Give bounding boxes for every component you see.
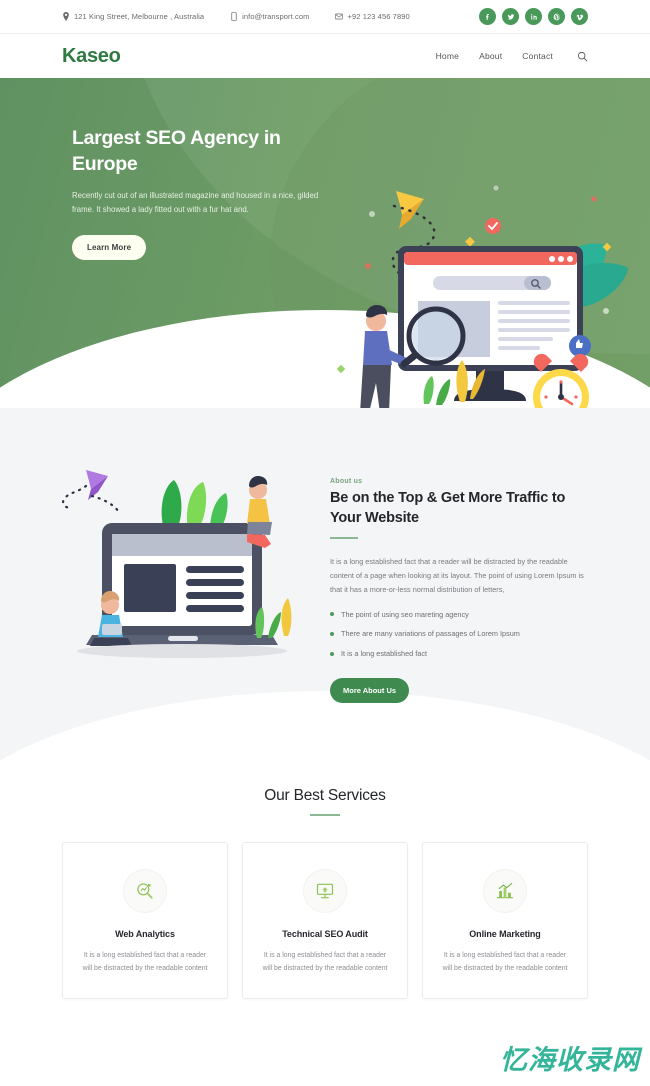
social-links: [479, 8, 588, 25]
laptop-people-illustration: [62, 458, 314, 668]
location-pin-icon: [62, 12, 70, 21]
bullet-dot-icon: [330, 612, 334, 617]
document-icon: [230, 12, 238, 21]
service-cards: Web Analytics It is a long established f…: [0, 816, 650, 999]
bullet-text: There are many variations of passages of…: [341, 629, 520, 639]
list-item: It is a long established fact: [330, 648, 588, 660]
hero-paragraph: Recently cut out of an illustrated magaz…: [72, 191, 319, 215]
facebook-icon[interactable]: [479, 8, 496, 25]
address-info: 121 King Street, Melbourne , Australia: [62, 12, 204, 21]
hero-content: Largest SEO Agency in Europe Recently cu…: [0, 78, 318, 260]
service-title: Online Marketing: [469, 928, 541, 939]
main-navbar: Kaseo Home About Contact: [0, 34, 650, 78]
nav-link-about[interactable]: About: [479, 51, 502, 61]
about-bottom-curve: [0, 690, 650, 773]
monitor-audit-icon: [303, 868, 347, 913]
service-text: It is a long established fact that a rea…: [262, 951, 388, 973]
more-about-us-button[interactable]: More About Us: [330, 677, 410, 703]
twitter-icon[interactable]: [502, 8, 519, 25]
services-header: Our Best Services: [0, 787, 650, 816]
magnifier-analytics-icon: [123, 868, 167, 913]
about-paragraph: It is a long established fact that a rea…: [330, 557, 584, 595]
bullet-dot-icon: [330, 651, 334, 656]
service-card-web-analytics[interactable]: Web Analytics It is a long established f…: [62, 841, 228, 999]
list-item: The point of using seo mareting agency: [330, 609, 588, 621]
service-title: Web Analytics: [115, 928, 175, 939]
nav-links: Home About Contact: [436, 51, 588, 62]
watermark-text: 忆海收录网: [500, 1045, 640, 1076]
service-card-online-marketing[interactable]: Online Marketing It is a long establishe…: [422, 841, 588, 999]
service-text: It is a long established fact that a rea…: [82, 951, 208, 973]
envelope-icon: [335, 12, 344, 21]
about-title-underline: [330, 537, 358, 539]
service-title: Technical SEO Audit: [282, 928, 368, 939]
bullet-text: It is a long established fact: [341, 649, 427, 658]
vimeo-icon[interactable]: [571, 8, 588, 25]
bullet-dot-icon: [330, 632, 334, 637]
about-eyebrow: About us: [330, 478, 363, 485]
services-section: Our Best Services Web Analytics It is a …: [0, 772, 650, 999]
search-icon[interactable]: [577, 51, 588, 62]
service-card-technical-seo-audit[interactable]: Technical SEO Audit It is a long establi…: [242, 841, 408, 999]
site-logo[interactable]: Kaseo: [62, 45, 121, 68]
service-text: It is a long established fact that a rea…: [442, 951, 568, 973]
email-text: info@transport.com: [242, 12, 310, 21]
bullet-text: The point of using seo mareting agency: [341, 609, 469, 619]
pinterest-icon[interactable]: [548, 8, 565, 25]
services-title: Our Best Services: [264, 786, 386, 804]
learn-more-button[interactable]: Learn More: [72, 234, 147, 260]
about-text-block: About us Be on the Top & Get More Traffi…: [330, 454, 588, 703]
about-bullet-list: The point of using seo mareting agency T…: [330, 609, 588, 660]
about-row: About us Be on the Top & Get More Traffi…: [0, 454, 650, 703]
hero-title: Largest SEO Agency in Europe: [72, 127, 281, 175]
linkedin-icon[interactable]: [525, 8, 542, 25]
list-item: There are many variations of passages of…: [330, 628, 588, 640]
about-section: About us Be on the Top & Get More Traffi…: [0, 408, 650, 773]
phone-text: +92 123 456 7890: [347, 12, 410, 21]
about-title: Be on the Top & Get More Traffic to Your…: [330, 490, 566, 526]
address-text: 121 King Street, Melbourne , Australia: [74, 12, 205, 21]
phone-info[interactable]: +92 123 456 7890: [335, 12, 410, 21]
seo-monitor-illustration: [336, 166, 636, 408]
hero-section: Largest SEO Agency in Europe Recently cu…: [0, 78, 650, 408]
nav-link-contact[interactable]: Contact: [522, 51, 553, 61]
nav-link-home[interactable]: Home: [436, 51, 459, 61]
top-info-bar: 121 King Street, Melbourne , Australia i…: [0, 0, 650, 34]
bar-chart-growth-icon: [483, 868, 527, 913]
page-root: 121 King Street, Melbourne , Australia i…: [0, 0, 650, 1086]
email-info[interactable]: info@transport.com: [230, 12, 309, 21]
